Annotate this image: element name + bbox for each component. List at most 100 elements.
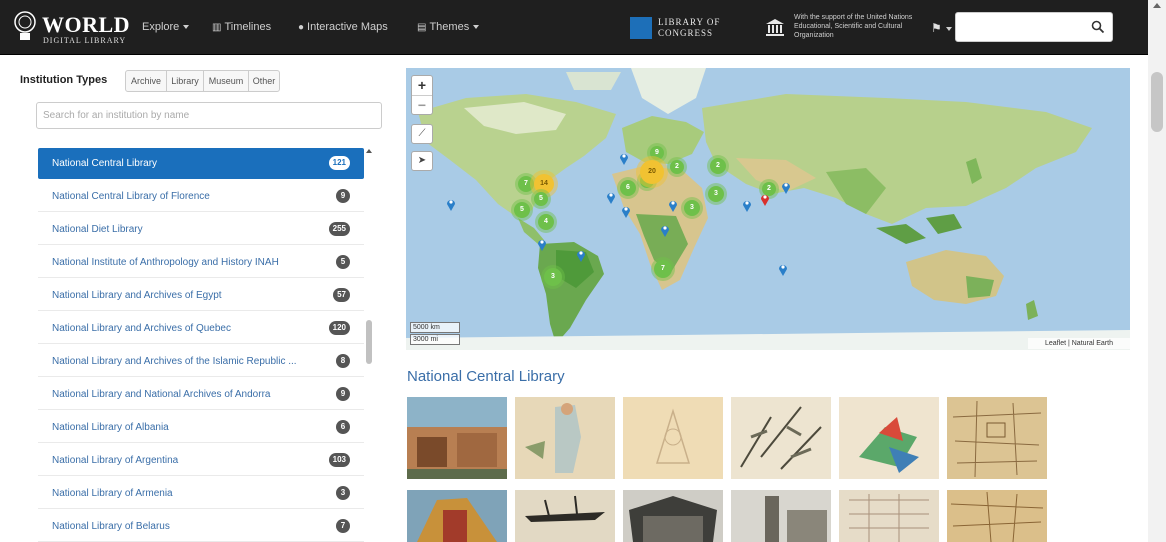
zoom-in-button[interactable]: + — [412, 76, 432, 95]
locate-button[interactable]: ➤ — [411, 151, 433, 171]
item-count-badge: 9 — [336, 387, 350, 401]
institution-list-item[interactable]: National Library of Belarus 7 — [38, 511, 364, 542]
gallery-thumbnail[interactable] — [407, 490, 507, 542]
map-cluster[interactable]: 2 — [710, 158, 726, 174]
site-search — [955, 12, 1113, 42]
gallery-thumbnail[interactable] — [839, 397, 939, 479]
language-menu[interactable]: ⚑ — [931, 21, 952, 35]
nav-timelines[interactable]: ▥ Timelines — [212, 21, 271, 33]
nav-interactive-maps[interactable]: ● Interactive Maps — [298, 21, 388, 33]
page-scrollbar-thumb[interactable] — [1151, 72, 1163, 132]
item-count-badge: 9 — [336, 189, 350, 203]
institution-list-item[interactable]: National Central Library 121 — [38, 148, 364, 179]
item-count-badge: 120 — [328, 321, 350, 335]
wdl-logo[interactable]: WORLD DIGITAL LIBRARY — [12, 8, 130, 48]
institution-name: National Library and Archives of Egypt — [52, 290, 222, 301]
thumbnail-image — [407, 397, 507, 479]
nav-timelines-label: Timelines — [224, 21, 272, 33]
nav-maps-label: Interactive Maps — [307, 21, 388, 33]
filter-museum[interactable]: Museum — [203, 70, 249, 92]
gallery-thumbnail[interactable] — [623, 490, 723, 542]
map-cluster[interactable]: 7 — [654, 260, 672, 278]
filter-archive[interactable]: Archive — [125, 70, 167, 92]
map-pin-icon[interactable] — [660, 223, 670, 237]
map-pin-icon[interactable] — [619, 151, 629, 165]
nav-explore[interactable]: Explore — [142, 21, 190, 33]
page-scrollbar[interactable] — [1148, 0, 1166, 542]
map-cluster[interactable]: 3 — [544, 268, 562, 286]
filter-other[interactable]: Other — [248, 70, 280, 92]
gallery-thumbnail[interactable] — [407, 397, 507, 479]
scroll-up-icon[interactable] — [366, 149, 372, 153]
gallery-thumbnail[interactable] — [623, 397, 723, 479]
institution-list-item[interactable]: National Library and Archives of Quebec 1… — [38, 313, 364, 344]
thumbnail-image — [731, 490, 831, 542]
institution-search — [36, 102, 382, 129]
institution-list-item[interactable]: National Library and Archives of the Isl… — [38, 346, 364, 377]
map-cluster[interactable]: 20 — [640, 160, 664, 184]
map-pin-selected-icon[interactable] — [760, 192, 770, 206]
draw-line-button[interactable]: ⟋ — [411, 124, 433, 144]
site-search-input[interactable] — [960, 14, 1080, 40]
map-cluster[interactable]: 3 — [708, 186, 724, 202]
map-pin-icon[interactable] — [778, 262, 788, 276]
institution-list-item[interactable]: National Library of Albania 6 — [38, 412, 364, 443]
map-pin-icon[interactable] — [537, 237, 547, 251]
map-cluster[interactable]: 9 — [650, 146, 664, 160]
gallery-thumbnail[interactable] — [947, 397, 1047, 479]
map-cluster[interactable]: 2 — [670, 160, 684, 174]
filter-library[interactable]: Library — [166, 70, 204, 92]
loc-line1: LIBRARY OF — [658, 17, 721, 27]
institution-list-item[interactable]: National Library of Argentina 103 — [38, 445, 364, 476]
map-cluster[interactable]: 5 — [514, 202, 530, 218]
gallery-thumbnail[interactable] — [839, 490, 939, 542]
map-pin-icon[interactable] — [621, 204, 631, 218]
chevron-down-icon — [473, 25, 480, 30]
zoom-out-button[interactable]: − — [412, 95, 432, 114]
gallery-thumbnail[interactable] — [731, 397, 831, 479]
thumbnail-image — [947, 490, 1047, 542]
top-navbar: WORLD DIGITAL LIBRARY Explore ▥ Timelines… — [0, 0, 1166, 55]
map-pin-icon[interactable] — [576, 248, 586, 262]
map-cluster[interactable]: 3 — [684, 200, 700, 216]
map-pin-icon[interactable] — [781, 180, 791, 194]
list-scrollbar-thumb[interactable] — [366, 320, 372, 364]
map-cluster[interactable]: 14 — [534, 174, 554, 194]
institution-name: National Library and Archives of Quebec — [52, 323, 231, 334]
map-cluster[interactable]: 6 — [620, 180, 636, 196]
thumbnail-image — [731, 397, 831, 479]
gallery-thumbnail[interactable] — [731, 490, 831, 542]
institution-name: National Library of Belarus — [52, 521, 170, 532]
gallery-thumbnail[interactable] — [515, 490, 615, 542]
chevron-down-icon — [945, 26, 952, 31]
nav-themes-label: Themes — [429, 21, 470, 33]
gallery-thumbnail[interactable] — [947, 490, 1047, 542]
institution-list-item[interactable]: National Library and National Archives o… — [38, 379, 364, 410]
institution-list-item[interactable]: National Diet Library 255 — [38, 214, 364, 245]
search-icon[interactable] — [1091, 20, 1105, 34]
institution-list-item[interactable]: National Institute of Anthropology and H… — [38, 247, 364, 278]
map-pin-icon[interactable] — [606, 190, 616, 204]
map-cluster[interactable]: 7 — [518, 176, 534, 192]
map-cluster[interactable]: 4 — [538, 214, 554, 230]
map-pin-icon[interactable] — [668, 198, 678, 212]
map-attribution[interactable]: Leaflet | Natural Earth — [1028, 338, 1130, 349]
scale-mi: 3000 mi — [410, 334, 460, 345]
map-pin-icon[interactable] — [742, 198, 752, 212]
map-cluster[interactable]: 5 — [534, 192, 548, 206]
chevron-down-icon — [183, 25, 190, 30]
institution-list-item[interactable]: National Central Library of Florence 9 — [38, 181, 364, 212]
unesco-temple-icon[interactable] — [765, 17, 785, 37]
scroll-up-icon[interactable] — [1153, 3, 1161, 8]
institution-list-item[interactable]: National Library and Archives of Egypt 57 — [38, 280, 364, 311]
institution-search-input[interactable] — [43, 103, 373, 128]
gallery-thumbnail[interactable] — [515, 397, 615, 479]
item-count-badge: 121 — [328, 156, 350, 170]
institution-name: National Library and Archives of the Isl… — [52, 356, 297, 367]
map-pin-icon[interactable] — [446, 197, 456, 211]
globe-icon: ● — [298, 22, 305, 33]
item-count-badge: 5 — [336, 255, 350, 269]
institution-list-item[interactable]: National Library of Armenia 3 — [38, 478, 364, 509]
library-of-congress-logo[interactable]: LIBRARY OF CONGRESS — [630, 16, 740, 40]
nav-themes[interactable]: ▤ Themes — [417, 21, 480, 33]
